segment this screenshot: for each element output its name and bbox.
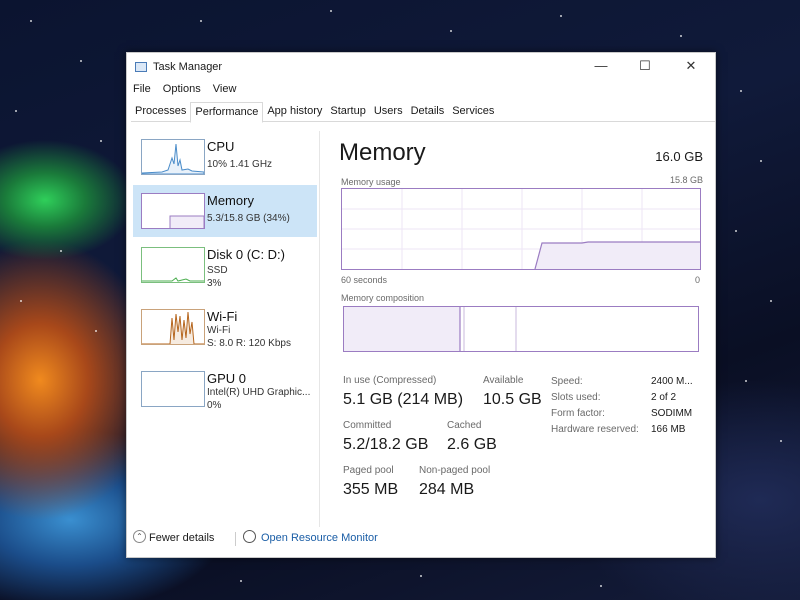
menu-bar: File Options View <box>133 83 245 99</box>
memory-composition-label: Memory composition <box>341 293 425 303</box>
hardware-reserved-value: 166 MB <box>651 424 686 435</box>
wifi-sparkline <box>142 311 204 345</box>
available-value: 10.5 GB <box>483 391 542 408</box>
sidebar-item-detail: Intel(R) UHD Graphic... <box>207 387 311 398</box>
fewer-details-button[interactable]: Fewer details <box>149 532 214 544</box>
graph-time-right: 0 <box>695 275 701 285</box>
minimize-button[interactable]: — <box>581 55 621 77</box>
tab-details[interactable]: Details <box>407 102 449 121</box>
footer-divider <box>235 532 236 546</box>
sidebar-item-detail: SSD <box>207 265 228 276</box>
task-manager-window: Task Manager — ☐ ✕ File Options View Pro… <box>126 52 716 558</box>
sidebar-item-detail: 5.3/15.8 GB (34%) <box>207 213 290 224</box>
memory-sparkline <box>169 215 205 228</box>
in-use-label: In use (Compressed) <box>343 375 437 386</box>
tab-performance[interactable]: Performance <box>190 102 264 123</box>
close-button[interactable]: ✕ <box>671 55 711 77</box>
maximize-button[interactable]: ☐ <box>625 55 665 77</box>
committed-label: Committed <box>343 420 392 431</box>
sidebar-item-detail: 3% <box>207 278 222 289</box>
tab-bar: Processes Performance App history Startu… <box>131 102 715 123</box>
window-title: Task Manager <box>153 61 223 73</box>
memory-thumbnail-graph <box>141 193 205 229</box>
tab-processes[interactable]: Processes <box>131 102 190 121</box>
memory-composition-chart <box>344 307 517 351</box>
form-factor-label: Form factor: <box>551 408 605 419</box>
task-manager-icon <box>135 62 147 72</box>
sidebar-item-wifi[interactable]: Wi-Fi Wi-Fi S: 8.0 R: 120 Kbps <box>133 301 317 353</box>
memory-usage-graph <box>341 188 701 270</box>
tab-services[interactable]: Services <box>448 102 498 121</box>
cpu-thumbnail-graph <box>141 139 205 175</box>
speed-value: 2400 M... <box>651 376 693 387</box>
sidebar-item-disk[interactable]: Disk 0 (C: D:) SSD 3% <box>133 239 317 291</box>
footer: ⌃ Fewer details Open Resource Monitor <box>127 523 715 557</box>
disk-thumbnail-graph <box>141 247 205 283</box>
sidebar-item-detail: Wi-Fi <box>207 325 231 336</box>
form-factor-value: SODIMM <box>651 408 693 419</box>
sidebar-item-cpu[interactable]: CPU 10% 1.41 GHz <box>133 131 317 183</box>
sidebar-item-detail: S: 8.0 R: 120 Kbps <box>207 338 291 349</box>
available-label: Available <box>483 375 524 386</box>
sidebar-item-label: Memory <box>207 193 254 208</box>
paged-pool-value: 355 MB <box>343 481 399 498</box>
tab-startup[interactable]: Startup <box>326 102 369 121</box>
cached-value: 2.6 GB <box>447 436 497 453</box>
graph-time-left: 60 seconds <box>341 275 388 285</box>
sidebar-item-label: CPU <box>207 139 235 154</box>
hardware-reserved-label: Hardware reserved: <box>551 424 639 435</box>
gpu-thumbnail-graph <box>141 371 205 407</box>
page-title: Memory <box>339 139 426 166</box>
wifi-thumbnail-graph <box>141 309 205 345</box>
menu-options[interactable]: Options <box>163 83 201 95</box>
memory-usage-max: 15.8 GB <box>669 175 703 185</box>
memory-usage-chart <box>342 189 700 269</box>
sidebar-item-label: GPU 0 <box>207 371 247 386</box>
speed-label: Speed: <box>551 376 583 387</box>
slots-used-label: Slots used: <box>551 392 601 403</box>
tab-app-history[interactable]: App history <box>263 102 326 121</box>
sidebar-item-detail: 10% 1.41 GHz <box>207 159 273 170</box>
resource-monitor-icon[interactable] <box>243 530 256 543</box>
memory-composition-bar <box>343 306 699 352</box>
non-paged-pool-value: 284 MB <box>419 481 475 498</box>
cached-label: Cached <box>447 420 482 431</box>
title-bar[interactable]: Task Manager — ☐ ✕ <box>127 53 715 81</box>
sidebar-item-memory[interactable]: Memory 5.3/15.8 GB (34%) <box>133 185 317 237</box>
disk-sparkline <box>142 277 204 282</box>
tab-users[interactable]: Users <box>370 102 407 121</box>
memory-usage-label: Memory usage <box>341 177 401 187</box>
sidebar-item-label: Wi-Fi <box>207 309 238 324</box>
committed-value: 5.2/18.2 GB <box>343 436 429 453</box>
non-paged-pool-label: Non-paged pool <box>419 465 491 476</box>
menu-file[interactable]: File <box>133 83 151 95</box>
chevron-up-icon[interactable]: ⌃ <box>133 530 146 543</box>
sidebar-item-gpu[interactable]: GPU 0 Intel(R) UHD Graphic... 0% <box>133 363 317 415</box>
sidebar-item-label: Disk 0 (C: D:) <box>207 247 285 262</box>
sidebar-divider <box>319 131 320 527</box>
open-resource-monitor-link[interactable]: Open Resource Monitor <box>261 532 378 544</box>
memory-total: 16.0 GB <box>655 149 703 164</box>
sidebar-item-detail: 0% <box>207 400 222 411</box>
in-use-value: 5.1 GB (214 MB) <box>343 391 464 408</box>
menu-view[interactable]: View <box>213 83 237 95</box>
paged-pool-label: Paged pool <box>343 465 394 476</box>
cpu-sparkline <box>141 143 205 175</box>
slots-used-value: 2 of 2 <box>651 392 677 403</box>
resource-sidebar: CPU 10% 1.41 GHz Memory 5.3/15.8 GB (34%… <box>133 131 317 421</box>
